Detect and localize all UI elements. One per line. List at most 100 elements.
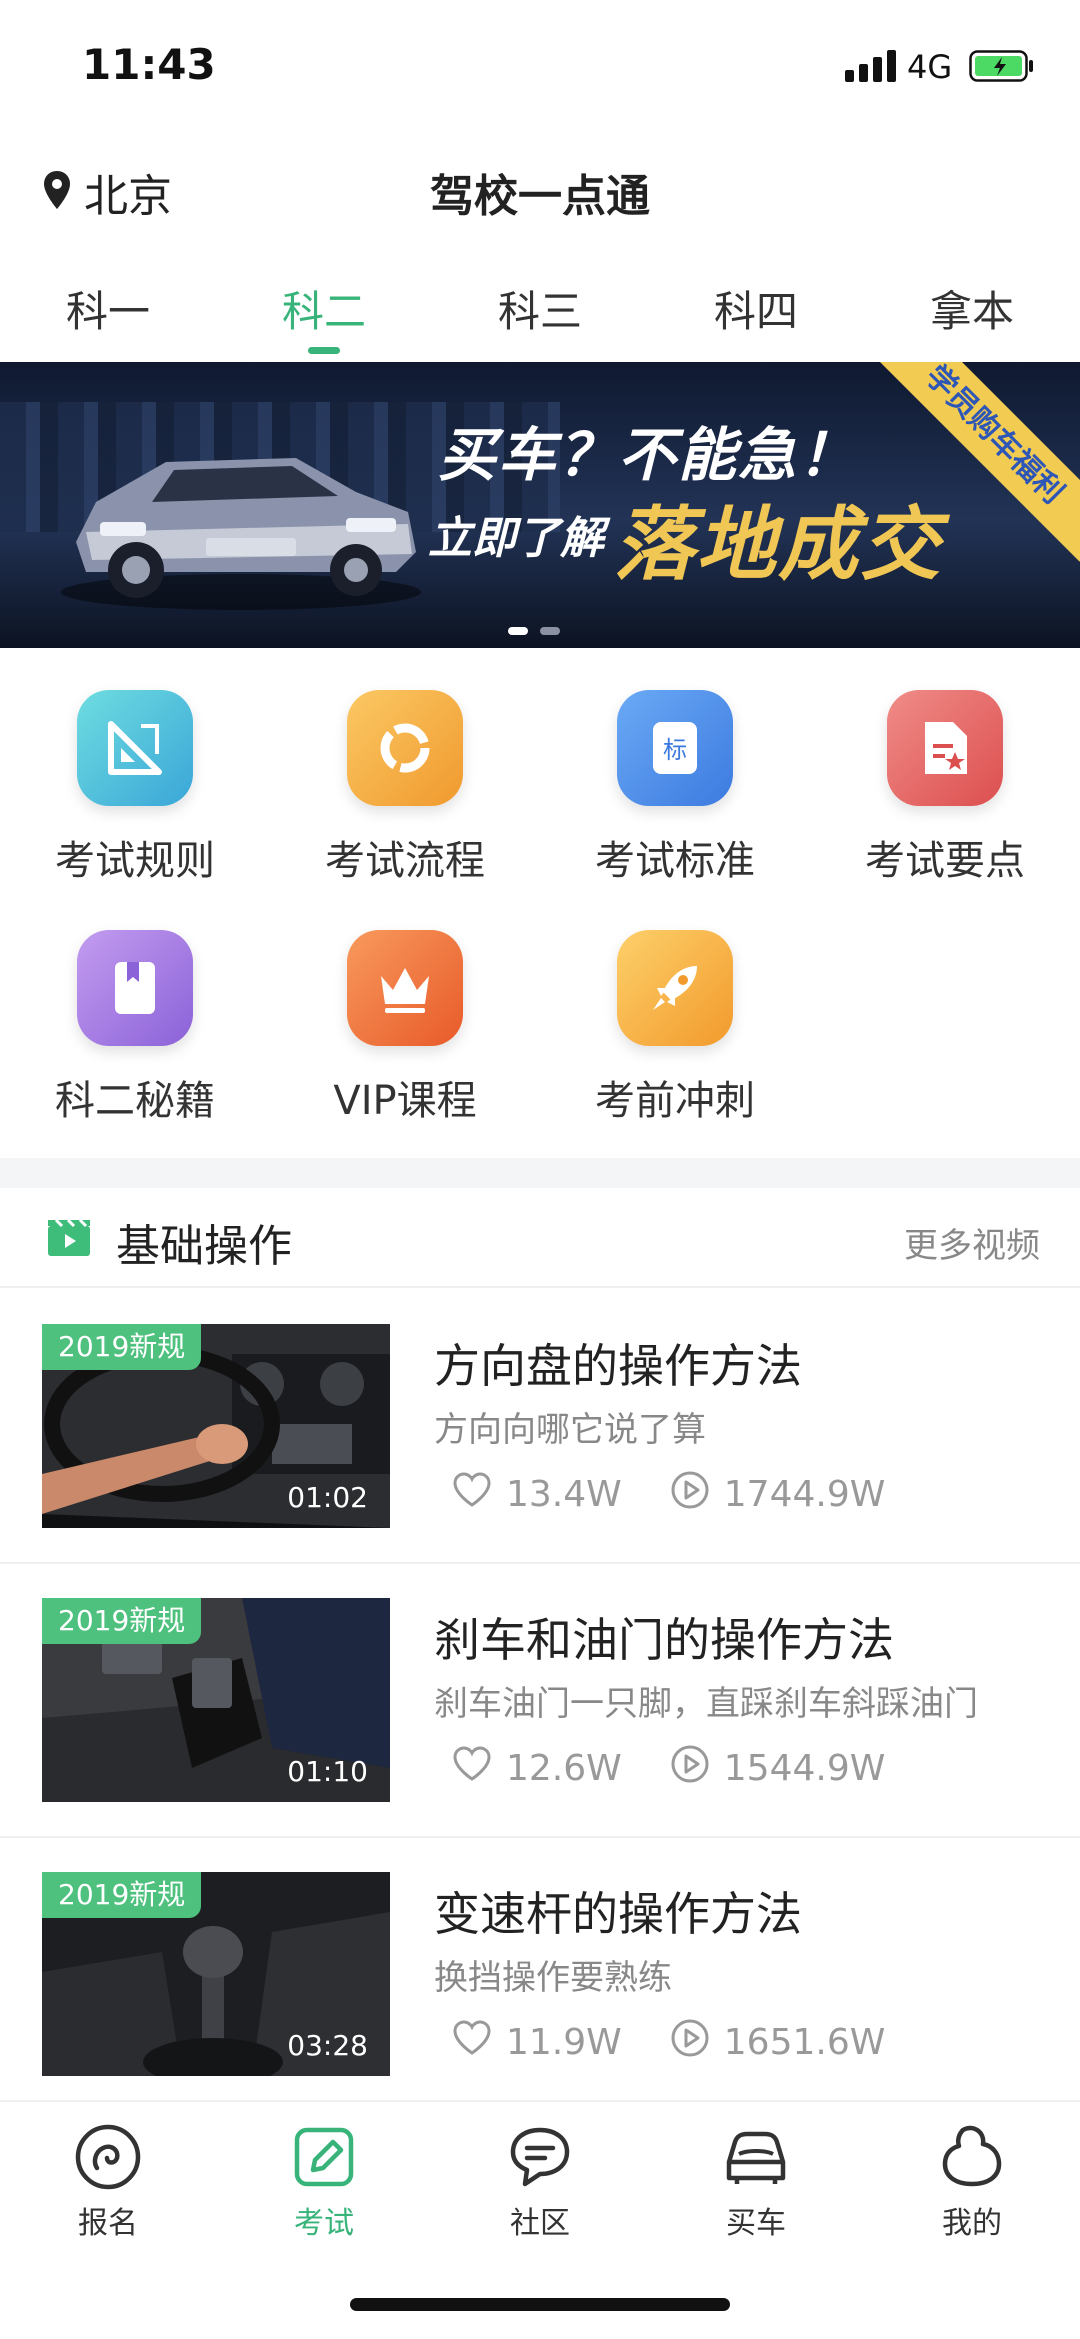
nav-label: 买车: [726, 2206, 786, 2241]
new-rule-badge: 2019新规: [42, 1872, 202, 1918]
network-type: 4G: [907, 48, 953, 86]
location-selector[interactable]: 北京: [42, 160, 172, 224]
like-count-value: 11.9W: [506, 2022, 622, 2063]
tab-label: 科二: [281, 287, 366, 336]
video-item[interactable]: 2019新规 03:28 变速杆的操作方法 换挡操作要熟练 11.9W 1651…: [0, 1838, 1080, 2110]
grid-label: VIP课程: [333, 1078, 477, 1124]
tab-get-license[interactable]: 拿本: [864, 268, 1080, 364]
heart-icon: [452, 2020, 492, 2065]
tab-label: 科四: [713, 287, 798, 336]
status-bar: 11:43 4G: [0, 0, 1080, 130]
grid-item-vip-course[interactable]: VIP课程: [270, 930, 540, 1126]
nav-label: 我的: [942, 2206, 1002, 2241]
tab-label: 科一: [65, 287, 150, 336]
section-title: 基础操作: [116, 1221, 292, 1272]
nav-community[interactable]: 社区: [432, 2102, 648, 2252]
video-item[interactable]: 2019新规 01:02 方向盘的操作方法 方向向哪它说了算 13.4W 174…: [0, 1290, 1080, 1564]
grid-item-exam-process[interactable]: 考试流程: [270, 690, 540, 886]
grid-item-exam-keypoints[interactable]: 考试要点: [810, 690, 1080, 886]
video-item[interactable]: 2019新规 01:10 刹车和油门的操作方法 刹车油门一只脚，直踩刹车斜踩油门…: [0, 1564, 1080, 1838]
nav-label: 考试: [294, 2206, 354, 2241]
tab-subject-2[interactable]: 科二: [216, 268, 432, 364]
new-rule-badge: 2019新规: [42, 1324, 202, 1370]
video-thumbnail: 2019新规 01:02: [42, 1324, 390, 1528]
video-title: 变速杆的操作方法: [434, 1887, 802, 1941]
signup-icon: [0, 2122, 216, 2192]
bottom-nav: 报名 考试 社区 买车 我的: [0, 2100, 1080, 2252]
status-time: 11:43: [82, 40, 216, 89]
grid-item-exam-rules[interactable]: 考试规则: [0, 690, 270, 886]
like-count[interactable]: 13.4W: [452, 1472, 622, 1517]
video-subtitle: 方向向哪它说了算: [434, 1410, 706, 1450]
profile-icon: [864, 2122, 1080, 2192]
ruler-icon: [77, 690, 193, 806]
grid-label: 考试流程: [325, 838, 485, 884]
play-count-value: 1744.9W: [723, 1474, 886, 1515]
crown-icon: [347, 930, 463, 1046]
video-clapper-icon: [46, 1216, 92, 1262]
subject-tabs: 科一 科二 科三 科四 拿本: [0, 268, 1080, 364]
location-label: 北京: [84, 171, 172, 222]
video-thumbnail: 2019新规 03:28: [42, 1872, 390, 2076]
like-count[interactable]: 12.6W: [452, 1746, 622, 1791]
grid-item-subject2-tips[interactable]: 科二秘籍: [0, 930, 270, 1126]
like-count-value: 13.4W: [506, 1474, 622, 1515]
tab-subject-4[interactable]: 科四: [648, 268, 864, 364]
community-chat-icon: [432, 2122, 648, 2192]
video-duration: 01:10: [287, 1755, 368, 1788]
grid-label: 考前冲刺: [595, 1078, 755, 1124]
grid-label: 考试要点: [865, 838, 1025, 884]
grid-label: 科二秘籍: [55, 1078, 215, 1124]
nav-label: 报名: [78, 2206, 138, 2241]
video-subtitle: 刹车油门一只脚，直踩刹车斜踩油门: [434, 1684, 978, 1724]
video-thumbnail: 2019新规 01:10: [42, 1598, 390, 1802]
book-icon: [77, 930, 193, 1046]
tab-subject-1[interactable]: 科一: [0, 268, 216, 364]
video-stats: 12.6W 1544.9W: [452, 1744, 885, 1793]
exam-edit-icon: [216, 2122, 432, 2192]
standard-doc-icon: 标: [617, 690, 733, 806]
tab-label: 科三: [497, 287, 582, 336]
grid-item-final-sprint[interactable]: 考前冲刺: [540, 930, 810, 1126]
nav-buy-car[interactable]: 买车: [648, 2102, 864, 2252]
car-icon: [648, 2122, 864, 2192]
grid-item-exam-standard[interactable]: 标 考试标准: [540, 690, 810, 886]
header: 驾校一点通 北京: [0, 150, 1080, 230]
car-image: [56, 422, 426, 612]
video-duration: 01:02: [287, 1481, 368, 1514]
heart-icon: [452, 1472, 492, 1517]
grid-label: 考试标准: [595, 838, 755, 884]
cycle-icon: [347, 690, 463, 806]
like-count[interactable]: 11.9W: [452, 2020, 622, 2065]
play-circle-icon: [670, 2018, 710, 2067]
page-dot-active: [508, 627, 528, 635]
section-header: 基础操作 更多视频: [0, 1188, 1080, 1288]
play-count: 1651.6W: [670, 2018, 886, 2067]
like-count-value: 12.6W: [506, 1748, 622, 1789]
more-videos-link[interactable]: 更多视频: [904, 1218, 1040, 1267]
play-circle-icon: [670, 1744, 710, 1793]
home-indicator[interactable]: [350, 2298, 730, 2311]
nav-profile[interactable]: 我的: [864, 2102, 1080, 2252]
nav-label: 社区: [510, 2206, 570, 2241]
nav-exam[interactable]: 考试: [216, 2102, 432, 2252]
new-rule-badge: 2019新规: [42, 1598, 202, 1644]
banner-page-dots: [508, 627, 560, 635]
heart-icon: [452, 1746, 492, 1791]
play-count-value: 1544.9W: [723, 1748, 886, 1789]
video-duration: 03:28: [287, 2029, 368, 2062]
rocket-icon: [617, 930, 733, 1046]
signal-icon: [845, 50, 899, 82]
section-divider: [0, 1158, 1080, 1188]
promo-banner[interactable]: 买车？不能急！ 立即了解 落地成交 学员购车福利: [0, 362, 1080, 648]
nav-signup[interactable]: 报名: [0, 2102, 216, 2252]
tab-subject-3[interactable]: 科三: [432, 268, 648, 364]
location-pin-icon: [42, 169, 72, 215]
banner-subline: 立即了解: [428, 513, 604, 564]
play-count-value: 1651.6W: [723, 2022, 886, 2063]
grid-label: 考试规则: [55, 838, 215, 884]
play-count: 1544.9W: [670, 1744, 886, 1793]
star-doc-icon: [887, 690, 1003, 806]
play-circle-icon: [670, 1470, 710, 1519]
play-count: 1744.9W: [670, 1470, 886, 1519]
